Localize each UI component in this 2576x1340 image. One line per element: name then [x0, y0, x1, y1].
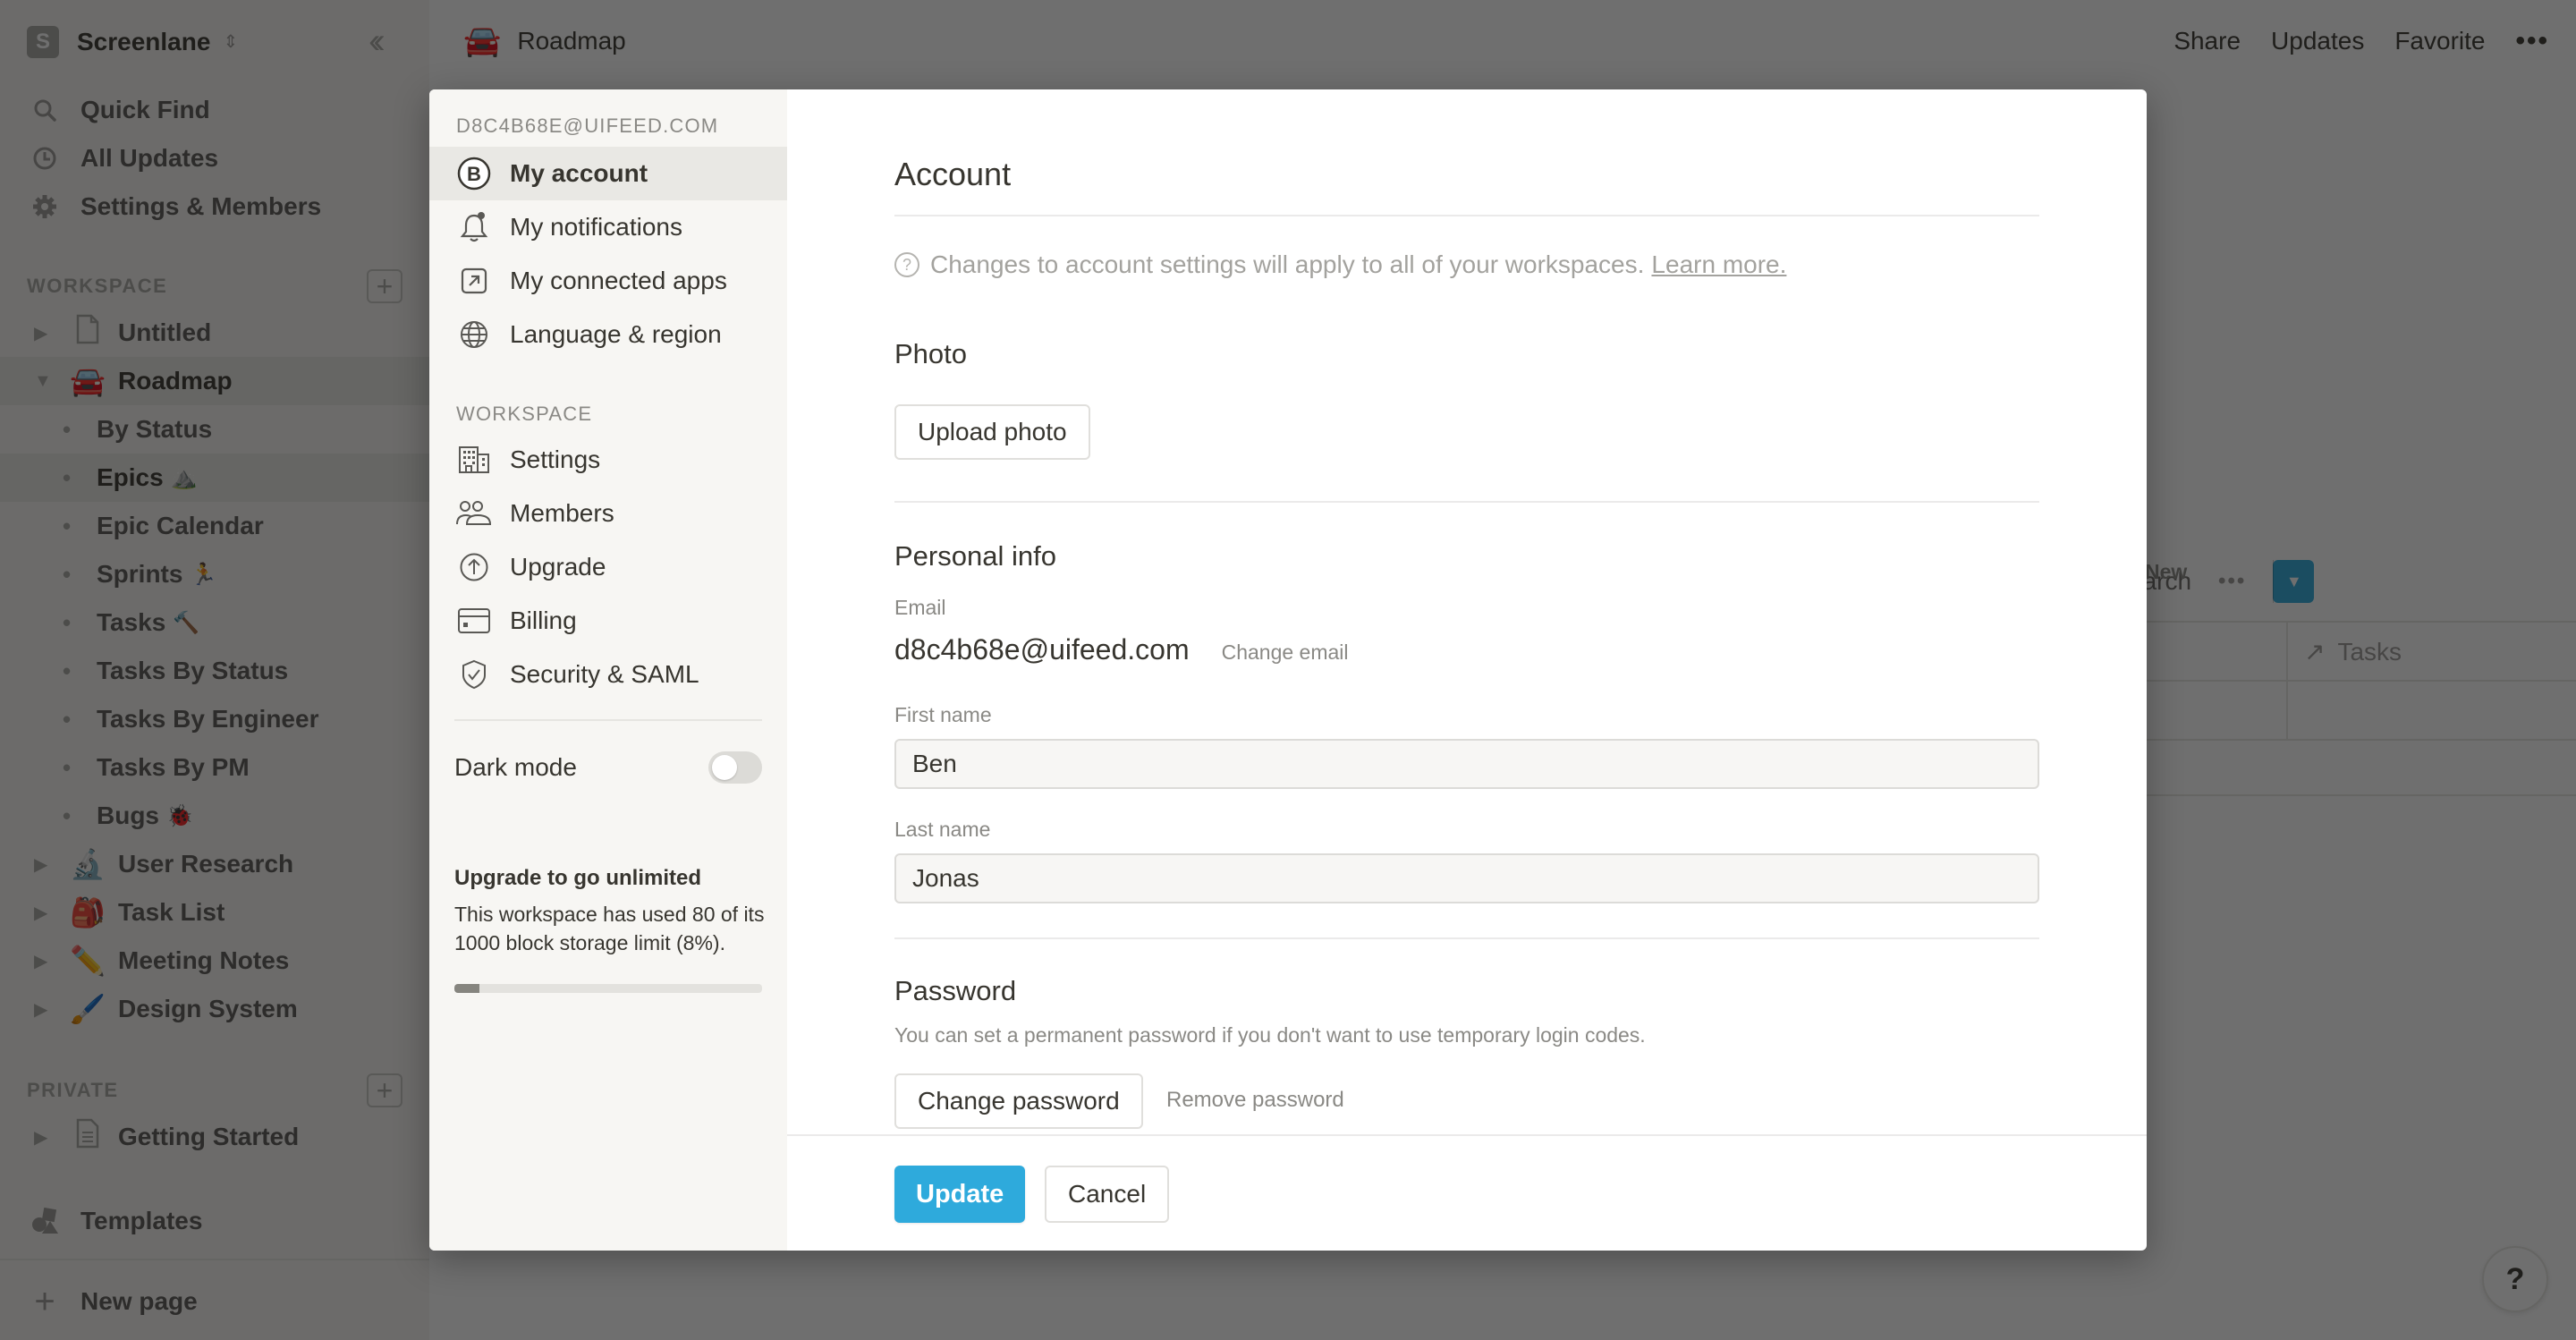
workspace-nav-list: Settings Members Upgrade Billing Securit… [429, 433, 787, 701]
update-button[interactable]: Update [894, 1166, 1026, 1223]
arrow-up-circle-icon [456, 549, 492, 585]
personal-info-heading: Personal info [894, 540, 1056, 572]
last-name-label: Last name [894, 818, 991, 841]
upgrade-callout: Upgrade to go unlimited This workspace h… [454, 866, 767, 993]
nav-label: My notifications [510, 213, 682, 241]
nav-label: Members [510, 499, 614, 527]
globe-icon [456, 317, 492, 352]
change-password-button[interactable]: Change password [894, 1073, 1143, 1129]
people-icon [456, 496, 492, 531]
photo-heading: Photo [894, 338, 968, 369]
nav-settings[interactable]: Settings [429, 433, 787, 487]
cancel-button[interactable]: Cancel [1045, 1166, 1170, 1223]
storage-progress-bar [454, 984, 762, 993]
dark-mode-row: Dark mode [454, 742, 762, 793]
nav-label: Upgrade [510, 553, 606, 581]
footer-divider [787, 1134, 2147, 1136]
learn-more-link[interactable]: Learn more. [1651, 250, 1786, 279]
dark-mode-label: Dark mode [454, 753, 577, 781]
remove-password-link[interactable]: Remove password [1166, 1088, 1344, 1113]
notice-text: Changes to account settings will apply t… [930, 250, 1645, 278]
email-value: d8c4b68e@uifeed.com [894, 633, 1190, 666]
workspace-nav-header: WORKSPACE [456, 403, 593, 425]
svg-text:B: B [467, 163, 481, 185]
nav-label: My account [510, 159, 648, 187]
nav-label: Billing [510, 606, 577, 634]
external-link-icon [456, 263, 492, 299]
bell-icon [456, 209, 492, 245]
nav-divider [454, 719, 762, 721]
change-email-link[interactable]: Change email [1222, 640, 1349, 665]
nav-upgrade[interactable]: Upgrade [429, 540, 787, 594]
avatar-b-icon: B [456, 156, 492, 191]
nav-label: Security & SAML [510, 660, 699, 688]
last-name-input[interactable]: Jonas [894, 853, 2039, 903]
nav-language-region[interactable]: Language & region [429, 308, 787, 361]
settings-nav: D8C4B68E@UIFEED.COM B My account My noti… [429, 89, 787, 1251]
password-description: You can set a permanent password if you … [894, 1023, 1646, 1047]
nav-my-connected-apps[interactable]: My connected apps [429, 254, 787, 308]
account-email-header: D8C4B68E@UIFEED.COM [456, 114, 719, 137]
nav-label: Language & region [510, 320, 722, 348]
storage-progress-fill [454, 984, 479, 993]
nav-label: Settings [510, 445, 601, 473]
nav-my-account[interactable]: B My account [429, 147, 787, 200]
upgrade-description: This workspace has used 80 of its 1000 b… [454, 903, 765, 954]
nav-members[interactable]: Members [429, 487, 787, 540]
question-circle-icon: ? [894, 252, 919, 277]
dark-mode-toggle[interactable] [708, 751, 762, 784]
settings-modal: D8C4B68E@UIFEED.COM B My account My noti… [429, 89, 2147, 1251]
account-settings-panel: Account ? Changes to account settings wi… [787, 89, 2147, 1251]
first-name-input[interactable]: Ben [894, 739, 2039, 789]
section-divider [894, 501, 2039, 503]
credit-card-icon [456, 603, 492, 639]
upgrade-title: Upgrade to go unlimited [454, 866, 701, 890]
upload-photo-button[interactable]: Upload photo [894, 404, 1090, 460]
page-title: Account [894, 156, 1012, 192]
email-label: Email [894, 596, 946, 619]
password-heading: Password [894, 975, 1017, 1006]
nav-billing[interactable]: Billing [429, 594, 787, 648]
nav-security-saml[interactable]: Security & SAML [429, 648, 787, 701]
nav-label: My connected apps [510, 267, 727, 294]
title-divider [894, 215, 2039, 216]
toggle-knob [712, 755, 737, 780]
section-divider [894, 937, 2039, 939]
building-icon [456, 442, 492, 478]
first-name-label: First name [894, 703, 992, 726]
email-row: d8c4b68e@uifeed.com Change email [894, 633, 1349, 666]
account-notice: ? Changes to account settings will apply… [894, 250, 1786, 279]
account-nav-list: B My account My notifications My connect… [429, 147, 787, 361]
shield-check-icon [456, 657, 492, 692]
nav-my-notifications[interactable]: My notifications [429, 200, 787, 254]
